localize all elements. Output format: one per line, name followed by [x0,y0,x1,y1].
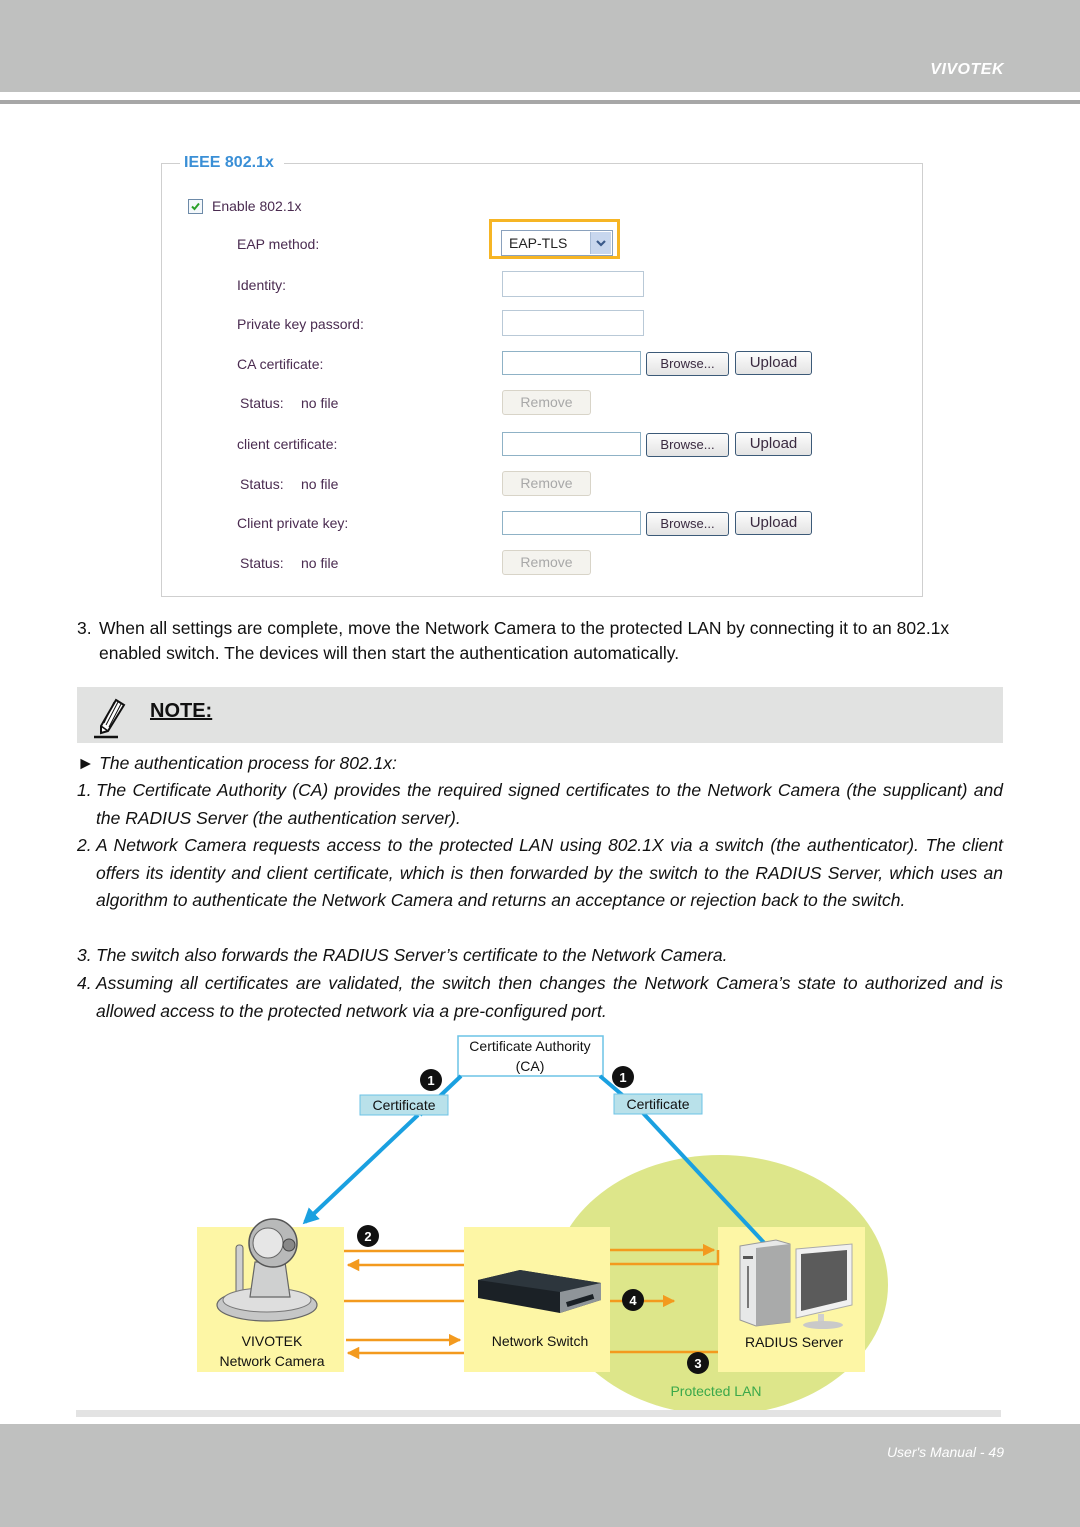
note-intro: ► The authentication process for 802.1x: [77,753,397,773]
client-private-key-browse-button[interactable]: Browse... [646,512,729,536]
identity-label: Identity: [237,277,287,293]
ca-certificate-remove-button[interactable]: Remove [502,390,591,415]
step-badge-1-right: 1 [612,1066,634,1088]
client-certificate-file-input[interactable] [502,432,641,456]
ca-label-line2: (CA) [516,1058,545,1074]
ca-status-label: Status: [240,395,284,411]
note-item-text: The Certificate Authority (CA) provides … [96,780,1003,828]
step-badge-1-left: 1 [420,1069,442,1091]
footer-divider [76,1410,1001,1417]
ca-certificate-browse-button[interactable]: Browse... [646,352,729,376]
eap-method-label: EAP method: [237,236,320,252]
step-badge-4: 4 [622,1289,644,1311]
note-item: 2. A Network Camera requests access to t… [77,832,1003,915]
step-3-paragraph: 3. When all settings are complete, move … [77,616,1007,666]
certificate-tag-left-label: Certificate [372,1097,435,1113]
client-private-key-file-input[interactable] [502,511,641,535]
blue-arrow-to-camera [302,1113,420,1225]
eap-method-select[interactable]: EAP-TLS [501,230,613,256]
step-number: 3. [77,618,92,638]
chevron-down-icon[interactable] [590,232,611,254]
badge-number: 4 [629,1293,637,1308]
enable-8021x-label: Enable 802.1x [212,198,302,214]
client-private-key-label: Client private key: [237,515,349,531]
brand-logo: VIVOTEK [930,61,1004,78]
note-item-number: 3. [77,945,92,965]
client-private-key-remove-button[interactable]: Remove [502,550,591,575]
client-cert-status-label: Status: [240,476,284,492]
badge-number: 3 [694,1356,701,1371]
ca-certificate-upload-button[interactable]: Upload [735,351,812,375]
private-key-status-label: Status: [240,555,284,571]
page-footer [0,1424,1080,1527]
note-item: 4. Assuming all certificates are validat… [77,970,1003,1025]
badge-number: 2 [364,1229,371,1244]
note-item-text: Assuming all certificates are validated,… [96,973,1003,1021]
camera-label-line1: VIVOTEK [242,1333,303,1349]
ca-status-value: no file [301,395,339,411]
page-number-label: User's Manual - 49 [886,1444,1004,1460]
switch-label: Network Switch [492,1333,588,1349]
checkmark-icon [191,202,200,211]
server-label: RADIUS Server [745,1334,843,1350]
client-cert-status-value: no file [301,476,339,492]
client-private-key-upload-button[interactable]: Upload [735,511,812,535]
identity-input[interactable] [502,271,644,297]
client-certificate-label: client certificate: [237,436,338,452]
certificate-tag-right-label: Certificate [626,1096,689,1112]
8021x-authentication-diagram: Certificate Authority (CA) Certificate C… [197,1035,888,1415]
note-item-number: 2. [77,835,92,855]
client-certificate-browse-button[interactable]: Browse... [646,433,729,457]
note-item-text: The switch also forwards the RADIUS Serv… [96,945,728,965]
step-text: When all settings are complete, move the… [99,618,950,663]
private-key-password-label: Private key passord: [237,316,364,332]
step-badge-2: 2 [357,1225,379,1247]
note-item-text: A Network Camera requests access to the … [96,835,1003,910]
pencil-icon [92,697,132,744]
note-title: NOTE: [150,700,213,722]
ca-label-line1: Certificate Authority [469,1038,590,1054]
fieldset-legend: IEEE 802.1x [180,154,284,172]
eap-method-value: EAP-TLS [509,235,568,251]
badge-number: 1 [619,1070,626,1085]
badge-number: 1 [427,1073,434,1088]
note-item: 1. The Certificate Authority (CA) provid… [77,777,1003,832]
ca-certificate-label: CA certificate: [237,356,324,372]
private-key-password-input[interactable] [502,310,644,336]
ca-certificate-file-input[interactable] [502,351,641,375]
page-header [0,0,1080,92]
note-banner [77,687,1003,743]
enable-8021x-checkbox[interactable] [188,199,203,214]
note-item: 3. The switch also forwards the RADIUS S… [77,942,1003,970]
camera-label-line2: Network Camera [219,1353,324,1369]
step-badge-3: 3 [687,1352,709,1374]
header-divider [0,100,1080,104]
private-key-status-value: no file [301,555,339,571]
client-certificate-upload-button[interactable]: Upload [735,432,812,456]
protected-lan-label: Protected LAN [670,1383,761,1399]
note-item-number: 4. [77,973,92,993]
note-item-number: 1. [77,780,92,800]
client-certificate-remove-button[interactable]: Remove [502,471,591,496]
